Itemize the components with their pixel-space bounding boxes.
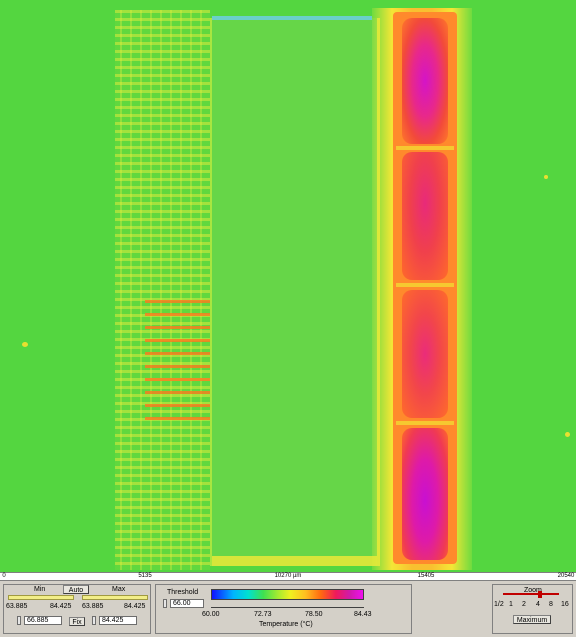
threshold-field[interactable]: 66.00 xyxy=(170,599,204,608)
comb-hotspots xyxy=(145,290,217,430)
ruler-tick: 5135 xyxy=(138,573,152,579)
max-value-field[interactable]: 84.425 xyxy=(99,616,137,625)
ruler-tick: 10270 µm xyxy=(274,573,302,579)
thermal-image[interactable] xyxy=(0,0,576,572)
colorscale-tick: 60.00 xyxy=(202,611,220,618)
segment-divider xyxy=(396,283,454,287)
hot-segment-4 xyxy=(402,428,448,560)
noise-dot xyxy=(565,432,570,437)
threshold-label: Threshold xyxy=(167,589,199,596)
colorscale-axis xyxy=(211,607,364,608)
zoom-level[interactable]: 2 xyxy=(522,601,526,609)
ruler-tick: 15405 xyxy=(417,573,435,579)
segment-divider xyxy=(396,421,454,425)
threshold-spinner[interactable] xyxy=(163,599,167,608)
min-value-field[interactable]: 66.885 xyxy=(24,616,62,625)
zoom-slider[interactable] xyxy=(503,593,559,595)
zoom-level[interactable]: 8 xyxy=(549,601,553,609)
zoom-level[interactable]: 1/2 xyxy=(494,601,504,609)
ruler-tick: 0 xyxy=(2,573,6,579)
segment-divider xyxy=(396,146,454,150)
zoom-maximum-button[interactable]: Maximum xyxy=(513,615,551,624)
min-spinner[interactable] xyxy=(17,616,21,625)
thermal-viewer: 0 5135 10270 µm 15405 20540 Min Auto Max… xyxy=(0,0,576,637)
colorscale-tick: 84.43 xyxy=(354,611,372,618)
max-slider[interactable] xyxy=(82,595,148,600)
max-range-low: 63.885 xyxy=(82,603,104,610)
hot-segment-2 xyxy=(402,152,448,280)
hot-segment-3 xyxy=(402,290,448,418)
zoom-level[interactable]: 16 xyxy=(561,601,569,609)
min-range-high: 84.425 xyxy=(50,603,72,610)
zoom-level[interactable]: 1 xyxy=(509,601,513,609)
scale-ruler: 0 5135 10270 µm 15405 20540 xyxy=(0,572,576,581)
max-label: Max xyxy=(112,586,126,593)
noise-dot xyxy=(22,342,28,347)
color-scale-bar xyxy=(211,589,364,600)
control-panel: Min Auto Max 63.885 84.425 63.885 84.425… xyxy=(0,581,576,637)
central-pad-bottom-edge xyxy=(212,556,377,566)
fix-button[interactable]: Fix xyxy=(69,617,85,626)
central-pad xyxy=(210,18,380,566)
zoom-slider-thumb[interactable] xyxy=(538,591,542,598)
hot-segment-1 xyxy=(402,18,448,144)
min-label: Min xyxy=(34,586,46,593)
colorscale-tick: 72.73 xyxy=(254,611,272,618)
ruler-tick: 20540 xyxy=(557,573,575,579)
min-slider[interactable] xyxy=(8,595,74,600)
max-range-high: 84.425 xyxy=(124,603,146,610)
colorscale-tick: 78.50 xyxy=(305,611,323,618)
max-spinner[interactable] xyxy=(92,616,96,625)
noise-dot xyxy=(544,175,548,179)
zoom-level-selected[interactable]: 4 xyxy=(536,601,540,609)
central-pad-top-edge xyxy=(212,16,372,20)
auto-button[interactable]: Auto xyxy=(63,585,89,594)
min-range-low: 63.885 xyxy=(6,603,28,610)
colorscale-axis-label: Temperature (°C) xyxy=(259,621,313,628)
